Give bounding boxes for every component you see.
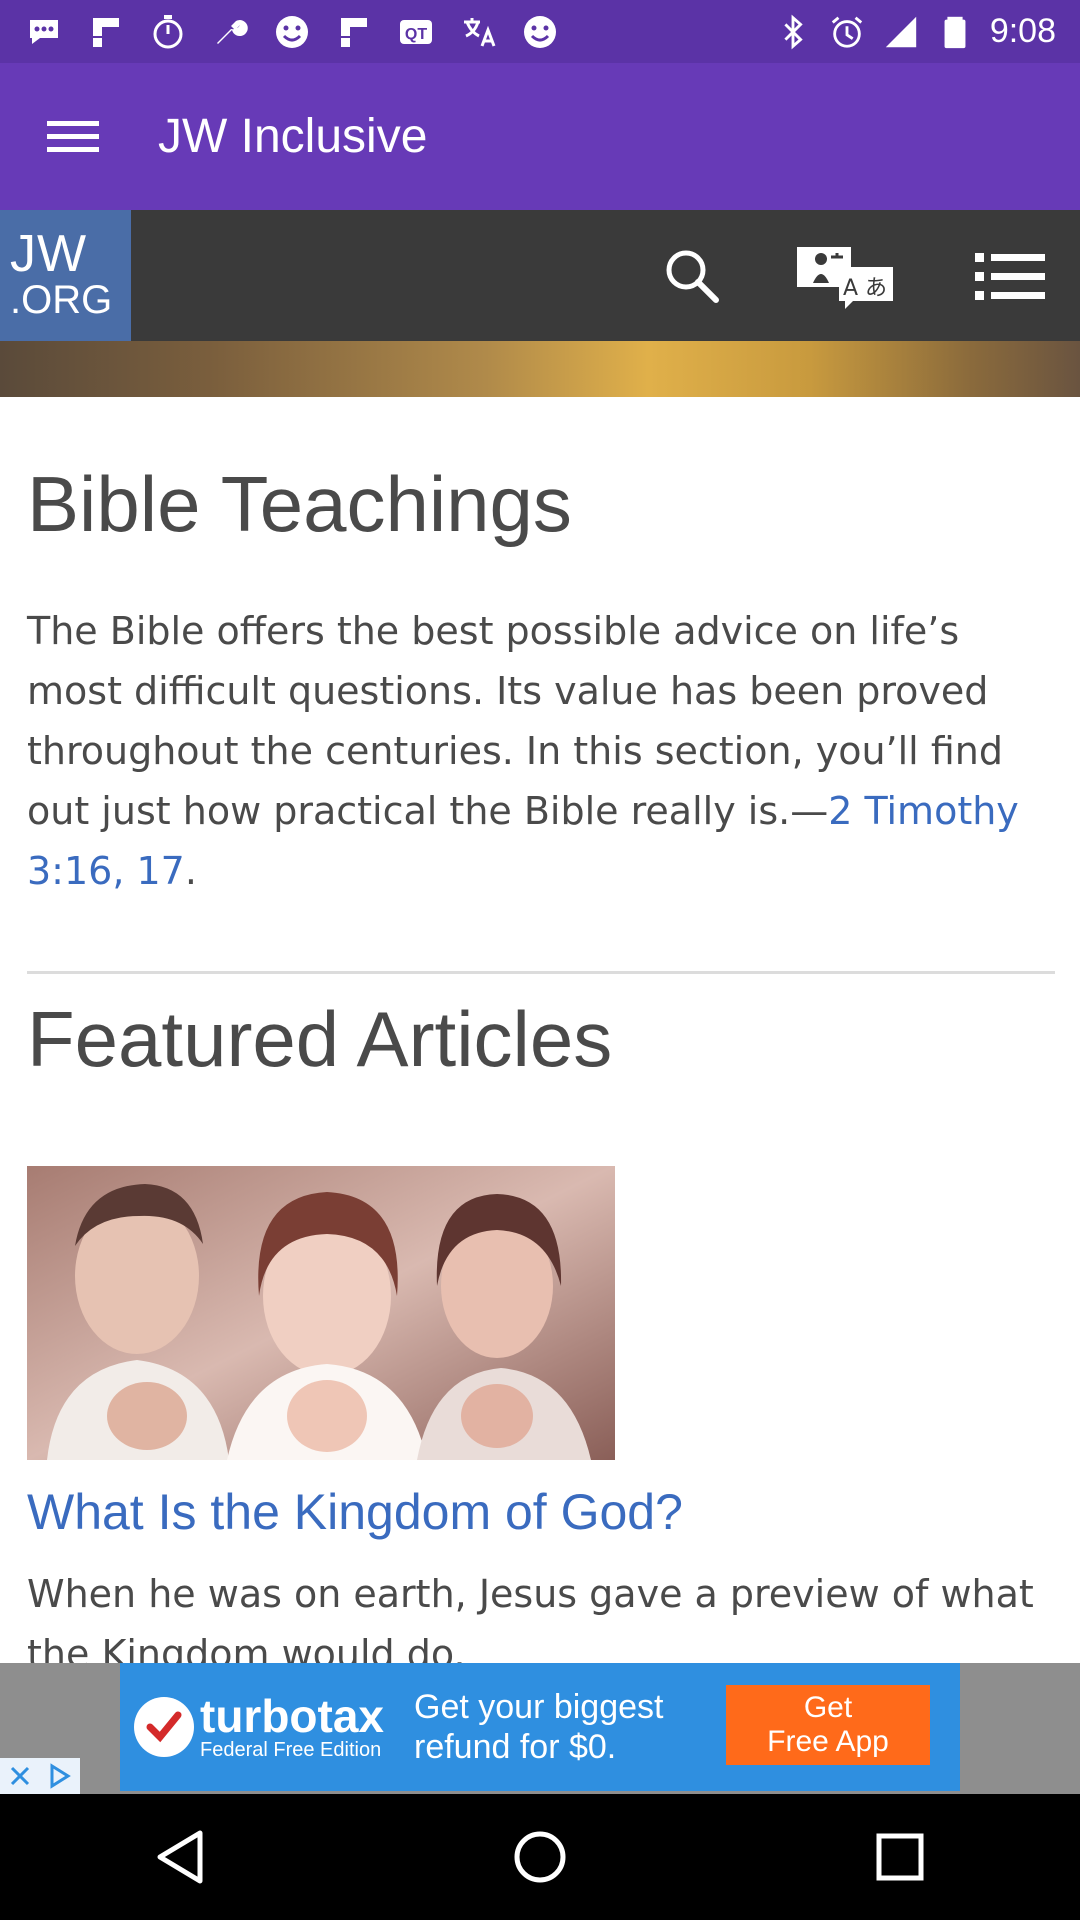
messenger-icon [30,19,58,44]
language-button[interactable]: A あ [790,210,900,341]
ad-copy: Get your biggest refund for $0. [414,1687,663,1767]
system-navigation-bar [0,1794,1080,1920]
praying-people-illustration [27,1166,615,1460]
battery-icon [944,16,966,48]
header-banner-image [0,341,1080,397]
bluetooth-icon [784,14,803,49]
status-bar: QT 9:08 [0,0,1080,63]
ad-get-app-button[interactable]: Get Free App [726,1685,930,1765]
alarm-icon [831,16,862,48]
list-menu-icon [975,252,1045,300]
main-content: Bible Teachings The Bible offers the bes… [27,397,1055,1684]
site-menu-button[interactable] [960,210,1060,341]
svg-text:QT: QT [405,26,427,43]
hamburger-menu-icon [47,120,99,152]
smiley-icon [276,15,308,48]
close-icon [10,1766,30,1786]
search-button[interactable] [646,210,738,341]
article-image[interactable] [27,1166,615,1460]
translate-icon [464,17,496,47]
notification-icons: QT [24,0,560,63]
search-icon [666,250,719,303]
back-button[interactable] [110,1794,250,1920]
featured-articles-title: Featured Articles [27,995,613,1083]
svg-text:A あ: A あ [843,276,887,301]
app-bar: JW Inclusive [0,63,1080,210]
app-title: JW Inclusive [158,110,428,163]
flipboard-icon [93,17,119,47]
ad-choices-button[interactable] [40,1758,80,1794]
home-button[interactable] [470,1794,610,1920]
checkmark-icon [134,1697,194,1757]
logo-line-1: JW [10,224,88,283]
intro-paragraph: The Bible offers the best possible advic… [27,601,1055,901]
system-icons: 9:08 [774,0,1056,63]
navigation-drawer-button[interactable] [0,63,146,210]
smiley-icon [524,15,556,48]
section-title: Bible Teachings [27,460,572,548]
section-divider [27,971,1055,974]
clock: 9:08 [989,12,1056,50]
stopwatch-icon [153,14,183,48]
ad-brand: turbotax Federal Free Edition [200,1693,384,1761]
qt-icon: QT [400,19,432,44]
signal-icon [885,16,917,47]
ad-copy-line-2: refund for $0. [414,1728,617,1766]
ad-brand-name: turbotax [200,1690,384,1742]
article-title-link[interactable]: What Is the Kingdom of God? [27,1482,1055,1542]
home-icon [514,1831,566,1883]
recents-icon [876,1833,924,1881]
ad-close-button[interactable] [0,1758,40,1794]
ad-choices-icon [50,1763,71,1789]
ad-brand-sub: Federal Free Edition [200,1739,382,1761]
language-icon: A あ [797,246,893,309]
wrench-icon [217,19,248,44]
ad-copy-line-1: Get your biggest [414,1688,664,1726]
turbotax-ad-banner[interactable]: turbotax Federal Free Edition Get your b… [120,1663,960,1791]
recents-button[interactable] [830,1794,970,1920]
ad-bar: turbotax Federal Free Edition Get your b… [0,1663,1080,1794]
site-header: JW .ORG A あ [0,210,1080,341]
ad-cta-line-1: Get [803,1691,853,1724]
back-icon [157,1830,203,1884]
flipboard-icon [341,17,367,47]
logo-line-2: .ORG [10,277,113,322]
intro-end: . [184,849,197,893]
jw-org-logo[interactable]: JW .ORG [0,210,131,341]
ad-cta-line-2: Free App [767,1725,889,1758]
